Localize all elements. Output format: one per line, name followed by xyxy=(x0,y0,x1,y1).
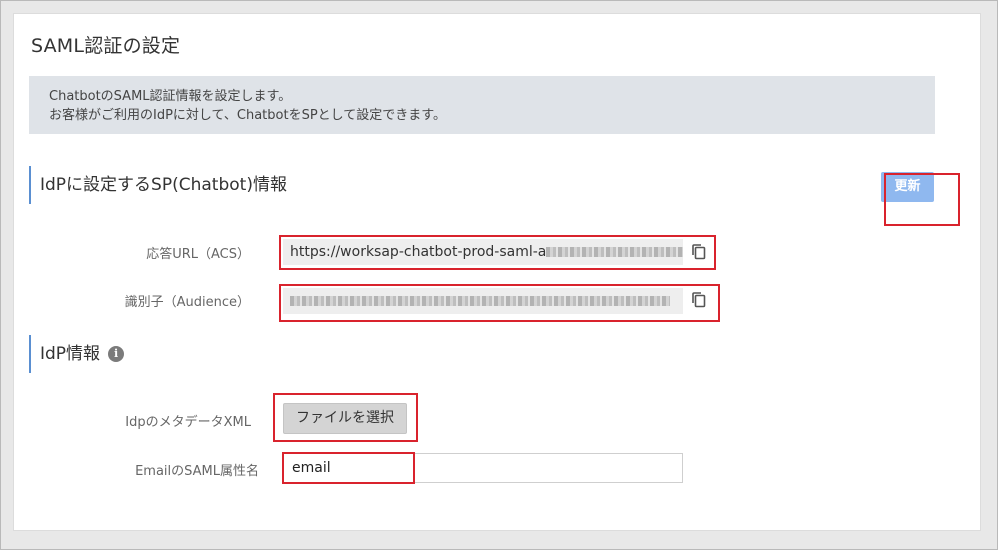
sp-info-heading: IdPに設定するSP(Chatbot)情報 xyxy=(29,166,287,204)
email-attr-label: EmailのSAML属性名 xyxy=(135,464,259,479)
copy-icon[interactable] xyxy=(690,243,708,261)
idp-info-heading-text: IdP情報 xyxy=(40,344,101,364)
email-attr-input[interactable] xyxy=(283,453,683,483)
update-button[interactable]: 更新 xyxy=(881,172,934,202)
page-title: SAML認証の設定 xyxy=(31,35,181,57)
acs-url-text: https://worksap-chatbot-prod-saml-a xyxy=(290,244,547,260)
info-banner: ChatbotのSAML認証情報を設定します。 お客様がご利用のIdPに対して、… xyxy=(29,76,935,134)
banner-line-1: ChatbotのSAML認証情報を設定します。 xyxy=(49,89,292,104)
info-icon[interactable]: i xyxy=(108,346,125,362)
copy-icon[interactable] xyxy=(690,291,708,309)
audience-label: 識別子（Audience） xyxy=(124,295,250,310)
metadata-label: IdpのメタデータXML xyxy=(125,415,251,430)
choose-file-button[interactable]: ファイルを選択 xyxy=(283,403,407,434)
audience-redacted xyxy=(290,296,670,306)
acs-label: 応答URL（ACS） xyxy=(146,247,250,262)
sp-info-heading-text: IdPに設定するSP(Chatbot)情報 xyxy=(40,175,287,195)
acs-url-field[interactable]: https://worksap-chatbot-prod-saml-a xyxy=(283,239,683,265)
acs-url-redacted xyxy=(546,247,683,257)
idp-info-heading: IdP情報 i xyxy=(29,335,125,373)
banner-line-2: お客様がご利用のIdPに対して、ChatbotをSPとして設定できます。 xyxy=(49,108,446,123)
audience-field[interactable] xyxy=(283,288,683,314)
